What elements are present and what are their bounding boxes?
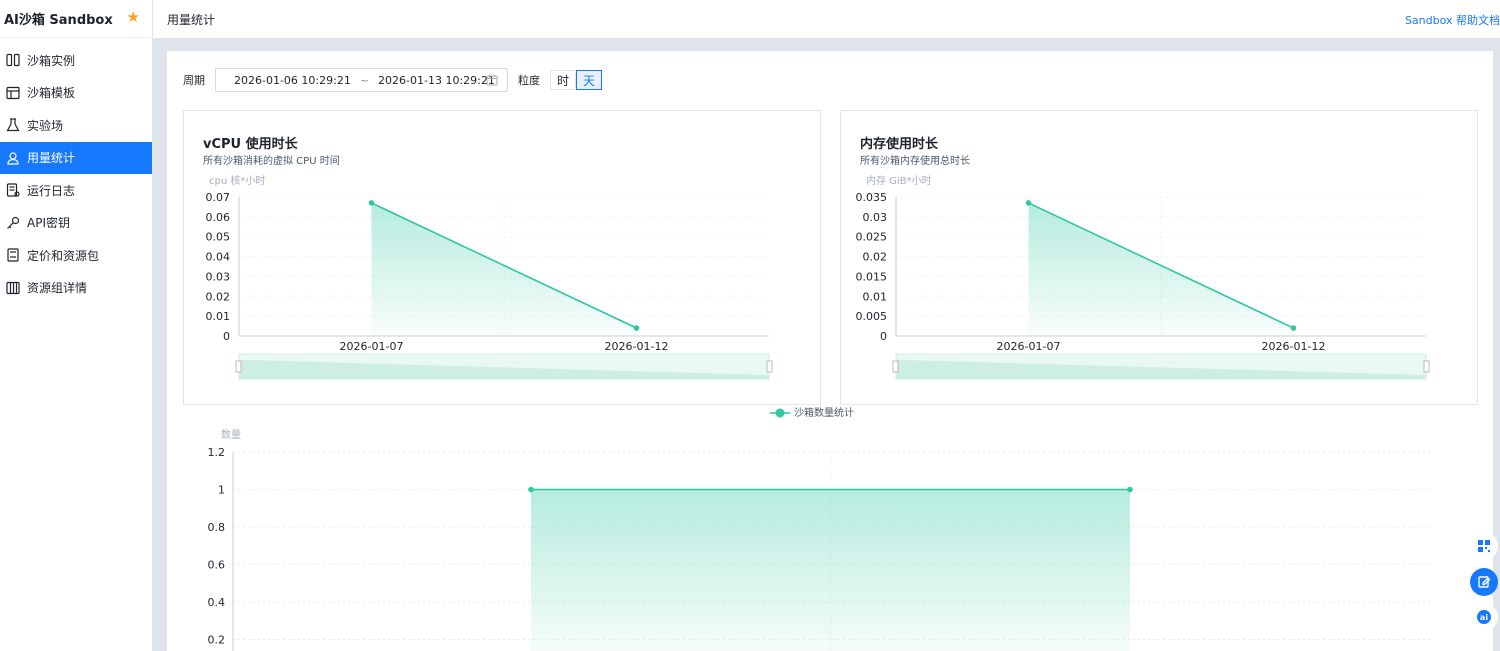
- sidebar-item-label: 运行日志: [27, 183, 76, 198]
- data-point: [528, 486, 534, 493]
- y-tick-label: 0.6: [208, 559, 226, 572]
- sidebar: AI沙箱 Sandbox ★ 沙箱实例 沙箱模板 实验场 用量统计 运行日志 A…: [0, 0, 153, 651]
- granularity-hour-button[interactable]: 时: [550, 70, 577, 90]
- y-tick-label: 0: [880, 330, 887, 343]
- y-tick-label: 0.025: [856, 231, 888, 244]
- y-tick-label: 0.4: [208, 596, 226, 609]
- qr-code-icon: [1478, 540, 1490, 552]
- top-header: 用量统计 Sandbox 帮助文档: [153, 0, 1500, 38]
- y-tick-label: 0.01: [206, 310, 231, 323]
- sidebar-item-resource-groups[interactable]: 资源组详情: [0, 272, 152, 304]
- sidebar-item-sandbox-instances[interactable]: 沙箱实例: [0, 44, 152, 76]
- flask-icon: [5, 117, 21, 133]
- y-tick-label: 0.035: [856, 191, 888, 204]
- feedback-button[interactable]: [1470, 568, 1498, 596]
- star-icon[interactable]: ★: [127, 10, 140, 25]
- y-tick-label: 1.2: [208, 446, 226, 459]
- granularity-label: 粒度: [518, 74, 540, 87]
- y-tick-label: 0.03: [863, 211, 888, 224]
- sidebar-item-label: 沙箱模板: [27, 86, 76, 100]
- sandbox-count-chart: 沙箱数量统计数量 0.2 0.4 0.6 0.8 1 1.2: [208, 406, 1430, 651]
- y-tick-label: 0.06: [206, 211, 231, 224]
- zoom-handle-left: [892, 360, 899, 373]
- data-point: [1025, 200, 1032, 206]
- sidebar-item-run-logs[interactable]: 运行日志: [0, 174, 152, 206]
- sidebar-item-sandbox-templates[interactable]: 沙箱模板: [0, 77, 152, 109]
- resource-group-icon: [5, 280, 21, 296]
- calendar-icon: [486, 74, 498, 86]
- sidebar-item-label: 资源组详情: [27, 281, 88, 295]
- sidebar-item-label: API密钥: [27, 216, 70, 230]
- data-point: [1290, 325, 1297, 331]
- y-tick-label: 1: [218, 484, 225, 497]
- series-area: [531, 489, 1130, 651]
- x-tick-label: 2026-01-07: [340, 340, 404, 353]
- y-tick-label: 0.04: [206, 251, 231, 264]
- x-tick-label: 2026-01-07: [997, 340, 1061, 353]
- y-tick-label: 0.02: [206, 290, 231, 303]
- zoom-handle-left: [235, 360, 242, 373]
- y-axis-label: 内存 GiB*小时: [866, 174, 932, 187]
- sidebar-item-api-keys[interactable]: API密钥: [0, 207, 152, 239]
- y-tick-label: 0.05: [206, 231, 231, 244]
- y-tick-label: 0.2: [208, 634, 226, 647]
- y-tick-label: 0.01: [863, 290, 888, 303]
- sidebar-item-label: 用量统计: [27, 151, 76, 165]
- y-tick-label: 0.005: [856, 310, 888, 323]
- y-axis-label: 数量: [221, 428, 241, 441]
- date-separator: ~: [359, 73, 370, 87]
- zoom-handle-right: [766, 360, 773, 373]
- sidebar-item-usage-stats[interactable]: 用量统计: [0, 141, 152, 174]
- page-title: 用量统计: [167, 12, 216, 27]
- y-tick-label: 0.8: [208, 521, 226, 534]
- vcpu-chart: cpu 核*小时 0 0.01 0.02 0.03 0.04 0.05 0.06 0.07 202…: [206, 174, 773, 380]
- memory-chart-card: 内存使用时长 所有沙箱内存使用总时长 内存 GiB*小时 0 0.005 0.01 0.…: [840, 110, 1478, 405]
- start-date[interactable]: 2026-01-06 10:29:21: [234, 74, 351, 87]
- data-point: [1127, 486, 1133, 493]
- zoom-handle-right: [1423, 360, 1430, 373]
- x-tick-label: 2026-01-12: [1262, 340, 1326, 353]
- legend-marker: [775, 408, 785, 418]
- y-tick-label: 0.07: [206, 191, 231, 204]
- brand: AI沙箱 Sandbox ★: [0, 0, 152, 38]
- y-axis-label: cpu 核*小时: [209, 174, 265, 187]
- vcpu-chart-card: vCPU 使用时长 所有沙箱消耗的虚拟 CPU 时间 cpu 核*小时 0 0.01…: [183, 110, 821, 405]
- columns-icon: [5, 52, 21, 68]
- sidebar-item-label: 定价和资源包: [27, 248, 100, 263]
- date-range-picker[interactable]: 2026-01-06 10:29:21 ~ 2026-01-13 10:29:2…: [215, 68, 508, 92]
- memory-chart: 内存 GiB*小时 0 0.005 0.01 0.015 0.02 0.025 0.03 0.0…: [856, 174, 1430, 380]
- data-point: [633, 325, 640, 331]
- ai-assistant-icon: ai: [1477, 610, 1491, 624]
- legend-label: 沙箱数量统计: [794, 406, 854, 419]
- help-docs-link[interactable]: Sandbox 帮助文档: [1405, 12, 1500, 28]
- granularity-day-button[interactable]: 天: [576, 70, 603, 90]
- log-icon: [5, 182, 21, 198]
- svg-text:ai: ai: [1480, 613, 1488, 622]
- filter-row: 周期 2026-01-06 10:29:21 ~ 2026-01-13 10:2…: [183, 68, 603, 92]
- data-point: [368, 200, 375, 206]
- sidebar-item-label: 实验场: [27, 118, 64, 133]
- y-tick-label: 0.015: [856, 270, 888, 283]
- app-title: AI沙箱 Sandbox: [4, 13, 113, 28]
- ai-assistant-button[interactable]: ai: [1470, 603, 1498, 631]
- package-icon: [5, 247, 21, 263]
- x-tick-label: 2026-01-12: [605, 340, 669, 353]
- user-stats-icon: [5, 150, 21, 166]
- y-tick-label: 0: [223, 330, 230, 343]
- granularity-toggle: 时 天: [550, 70, 603, 90]
- edit-icon: [1478, 576, 1491, 588]
- y-tick-label: 0.03: [206, 270, 231, 283]
- key-icon: [5, 215, 21, 231]
- sidebar-nav: 沙箱实例 沙箱模板 实验场 用量统计 运行日志 API密钥 定价和资源包 资源组…: [0, 38, 152, 304]
- sidebar-item-label: 沙箱实例: [27, 53, 76, 68]
- sidebar-item-pricing[interactable]: 定价和资源包: [0, 239, 152, 271]
- layout-icon: [5, 85, 21, 101]
- y-tick-label: 0.02: [863, 251, 888, 264]
- sidebar-item-playground[interactable]: 实验场: [0, 109, 152, 141]
- qr-code-button[interactable]: [1470, 532, 1498, 560]
- period-label: 周期: [183, 74, 205, 87]
- end-date[interactable]: 2026-01-13 10:29:21: [378, 74, 495, 87]
